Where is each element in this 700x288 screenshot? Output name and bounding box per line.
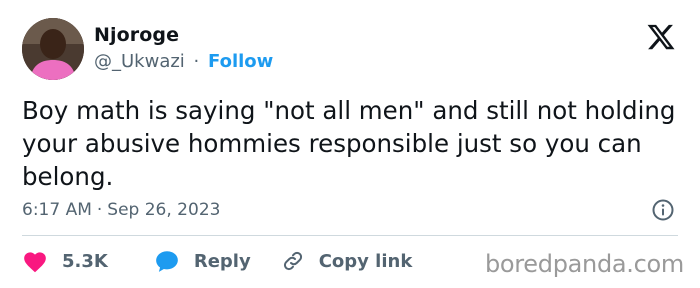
like-count: 5.3K <box>62 250 108 272</box>
reply-label: Reply <box>193 250 251 272</box>
separator-dot: · <box>193 51 200 72</box>
author-name[interactable]: Njoroge <box>94 24 179 46</box>
info-icon[interactable] <box>651 198 675 222</box>
profile-photo-icon <box>22 18 84 80</box>
copy-link-button[interactable]: Copy link <box>281 249 413 273</box>
heart-icon <box>24 252 46 273</box>
watermark-text: boredpanda.com <box>484 250 684 278</box>
follow-button[interactable]: Follow <box>208 51 273 72</box>
action-bar: 5.3K Reply Copy link <box>22 246 412 276</box>
tweet-date: Sep 26, 2023 <box>107 200 221 220</box>
divider <box>22 235 678 236</box>
author-handle-row: @_Ukwazi · Follow <box>94 51 273 72</box>
reply-button[interactable]: Reply <box>154 249 251 273</box>
tweet-card: Njoroge @_Ukwazi · Follow Boy math is sa… <box>0 0 700 288</box>
x-logo-icon[interactable] <box>646 22 676 52</box>
like-button[interactable]: 5.3K <box>22 249 108 273</box>
copy-link-label: Copy link <box>318 250 413 272</box>
tweet-text: Boy math is saying "not all men" and sti… <box>22 96 676 191</box>
tweet-time: 6:17 AM <box>22 200 92 220</box>
link-icon <box>283 251 302 271</box>
author-handle[interactable]: @_Ukwazi <box>94 51 185 72</box>
author-avatar[interactable] <box>22 18 84 80</box>
reply-bubble-icon <box>156 251 178 272</box>
tweet-timestamp[interactable]: 6:17 AM · Sep 26, 2023 <box>22 200 220 220</box>
meta-separator: · <box>96 200 103 220</box>
